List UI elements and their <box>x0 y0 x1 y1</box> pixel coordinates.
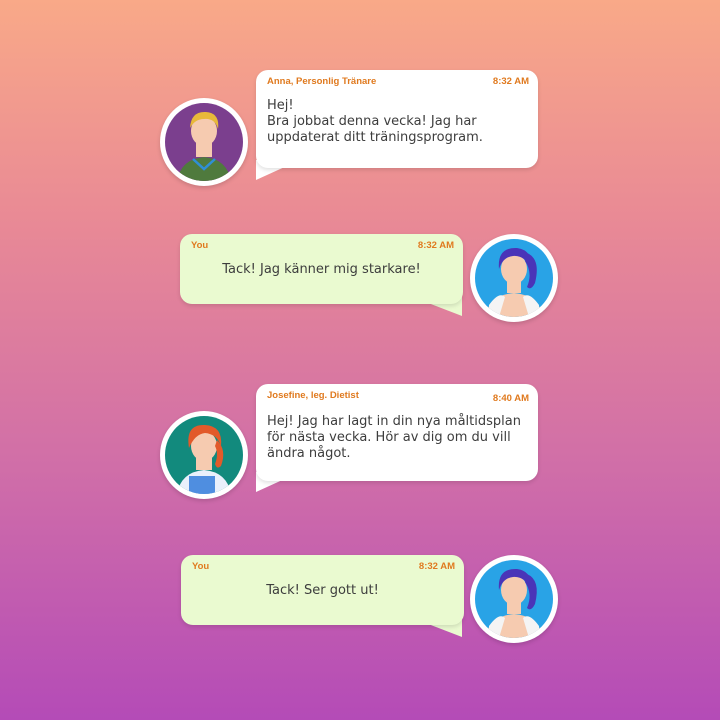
message-time: 8:40 AM <box>492 393 529 404</box>
sender-name: You <box>191 240 209 251</box>
dietitian-avatar-icon <box>165 416 243 494</box>
avatar-anna <box>160 98 248 186</box>
message-text: Hej! Bra jobbat denna vecka! Jag har upp… <box>267 98 483 145</box>
trainer-avatar-icon <box>165 103 243 181</box>
avatar-you <box>470 555 558 643</box>
message-time: 8:32 AM <box>418 561 455 572</box>
sender-name: You <box>192 561 210 572</box>
message-time: 8:32 AM <box>492 76 529 87</box>
user-avatar-icon <box>475 560 553 638</box>
message-text: Hej! Jag har lagt in din nya måltidsplan… <box>267 414 521 461</box>
message-bubble-you-2[interactable]: You 8:32 AM Tack! Ser gott ut! <box>181 555 464 625</box>
sender-name: Anna, Personlig Tränare <box>267 76 377 87</box>
message-bubble-you-1[interactable]: You 8:32 AM Tack! Jag känner mig starkar… <box>180 234 463 304</box>
avatar-josefine <box>160 411 248 499</box>
message-time: 8:32 AM <box>417 240 454 251</box>
avatar-you <box>470 234 558 322</box>
message-bubble-josefine[interactable]: Josefine, leg. Dietist 8:40 AM Hej! Jag … <box>256 384 538 481</box>
message-text: Tack! Ser gott ut! <box>266 583 379 598</box>
user-avatar-icon <box>475 239 553 317</box>
sender-name: Josefine, leg. Dietist <box>267 390 359 401</box>
message-text: Tack! Jag känner mig starkare! <box>222 262 421 277</box>
message-bubble-anna[interactable]: Anna, Personlig Tränare 8:32 AM Hej! Bra… <box>256 70 538 168</box>
